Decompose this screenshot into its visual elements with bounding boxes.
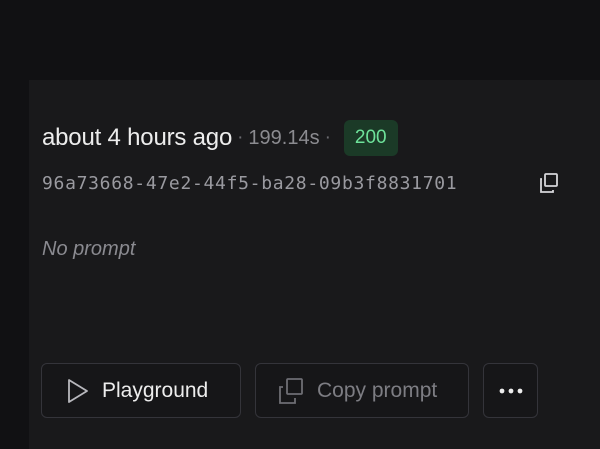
meta-separator: · (324, 127, 331, 148)
run-time-ago: about 4 hours ago (42, 124, 233, 151)
page: about 4 hours ago · 199.14s · 200 96a736… (0, 0, 600, 449)
playground-button-label: Playground (102, 378, 209, 402)
run-id: 96a73668-47e2-44f5-ba28-09b3f8831701 (42, 172, 458, 194)
play-icon (66, 378, 90, 404)
more-horizontal-icon (499, 388, 523, 394)
run-duration: 199.14s (248, 126, 320, 149)
run-id-row: 96a73668-47e2-44f5-ba28-09b3f8831701 (42, 170, 457, 196)
copy-prompt-button-label: Copy prompt (317, 378, 438, 402)
playground-button[interactable]: Playground (41, 363, 241, 418)
copy-icon (277, 377, 305, 405)
copy-id-icon[interactable] (537, 171, 561, 195)
meta-separator: · (237, 127, 244, 148)
more-options-button[interactable] (483, 363, 538, 418)
run-details-card: about 4 hours ago · 199.14s · 200 96a736… (29, 80, 600, 449)
copy-prompt-button[interactable]: Copy prompt (255, 363, 469, 418)
status-badge: 200 (343, 120, 398, 156)
run-meta-row: about 4 hours ago · 199.14s · 200 (42, 118, 398, 158)
prompt-placeholder: No prompt (42, 238, 136, 260)
